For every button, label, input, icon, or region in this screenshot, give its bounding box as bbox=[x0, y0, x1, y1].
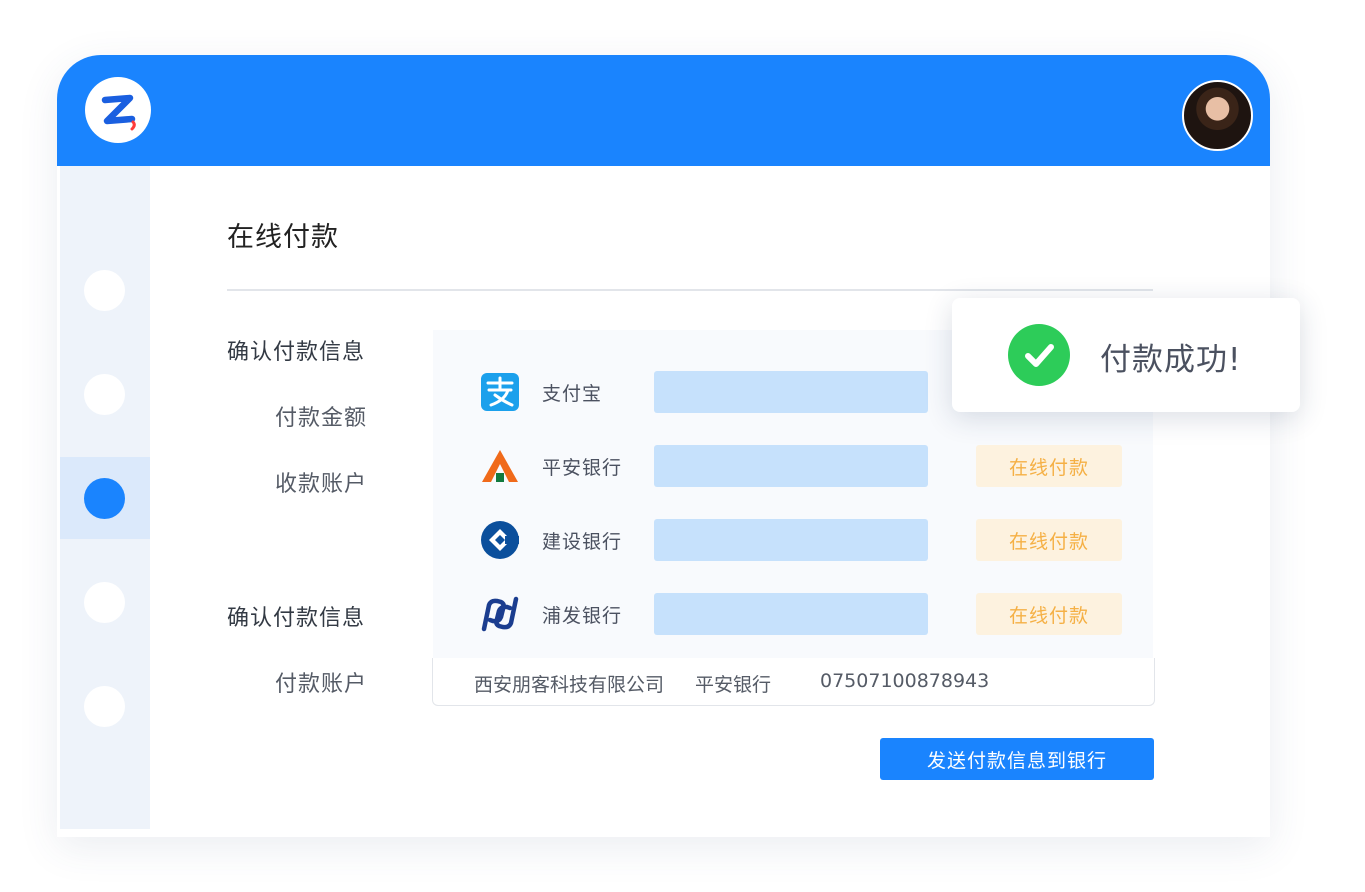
bank-info-field[interactable] bbox=[654, 445, 928, 487]
section2-label: 确认付款信息 bbox=[227, 606, 366, 631]
bank-row-spdb: 浦发银行 在线付款 bbox=[433, 589, 1153, 639]
sidebar-item-4[interactable] bbox=[84, 582, 125, 623]
bank-info-field[interactable] bbox=[654, 371, 928, 413]
toast-message: 付款成功! bbox=[1100, 342, 1242, 378]
top-bar bbox=[57, 55, 1270, 166]
online-pay-button[interactable]: 在线付款 bbox=[976, 445, 1122, 487]
check-circle-icon bbox=[1008, 324, 1070, 386]
section1-label: 确认付款信息 bbox=[227, 340, 366, 365]
bank-name: 支付宝 bbox=[542, 383, 603, 405]
bank-info-field[interactable] bbox=[654, 593, 928, 635]
sidebar-item-3[interactable] bbox=[84, 478, 125, 519]
bank-name: 建设银行 bbox=[542, 531, 623, 553]
online-pay-button[interactable]: 在线付款 bbox=[976, 519, 1122, 561]
sidebar-item-2[interactable] bbox=[84, 374, 125, 415]
page-title: 在线付款 bbox=[227, 222, 339, 253]
alipay-icon bbox=[479, 371, 521, 413]
app-logo[interactable] bbox=[85, 77, 151, 143]
app-window: 在线付款 确认付款信息 付款金额 收款账户 确认付款信息 付款账户 支付宝 平安… bbox=[57, 55, 1270, 837]
payer-company: 西安朋客科技有限公司 bbox=[474, 674, 665, 696]
amount-label: 付款金额 bbox=[275, 406, 368, 431]
ccb-icon bbox=[479, 519, 521, 561]
bank-row-pingan: 平安银行 在线付款 bbox=[433, 441, 1153, 491]
send-to-bank-button[interactable]: 发送付款信息到银行 bbox=[880, 738, 1154, 780]
bank-info-field[interactable] bbox=[654, 519, 928, 561]
user-avatar[interactable] bbox=[1182, 80, 1253, 151]
title-divider bbox=[227, 289, 1153, 291]
sidebar-item-1[interactable] bbox=[84, 270, 125, 311]
spdb-icon bbox=[479, 593, 521, 635]
success-toast: 付款成功! bbox=[952, 298, 1300, 412]
payer-account-field[interactable]: 西安朋客科技有限公司 平安银行 07507100878943 bbox=[432, 658, 1155, 706]
payer-account-number: 07507100878943 bbox=[820, 670, 990, 692]
sidebar bbox=[60, 166, 150, 829]
online-pay-button[interactable]: 在线付款 bbox=[976, 593, 1122, 635]
payee-label: 收款账户 bbox=[275, 472, 368, 497]
bank-name: 平安银行 bbox=[542, 457, 623, 479]
bank-name: 浦发银行 bbox=[542, 605, 623, 627]
payer-bank: 平安银行 bbox=[695, 674, 772, 696]
payer-label: 付款账户 bbox=[275, 672, 368, 697]
logo-z-icon bbox=[101, 94, 136, 131]
sidebar-item-5[interactable] bbox=[84, 686, 125, 727]
pingan-icon bbox=[479, 445, 521, 487]
bank-row-ccb: 建设银行 在线付款 bbox=[433, 515, 1153, 565]
